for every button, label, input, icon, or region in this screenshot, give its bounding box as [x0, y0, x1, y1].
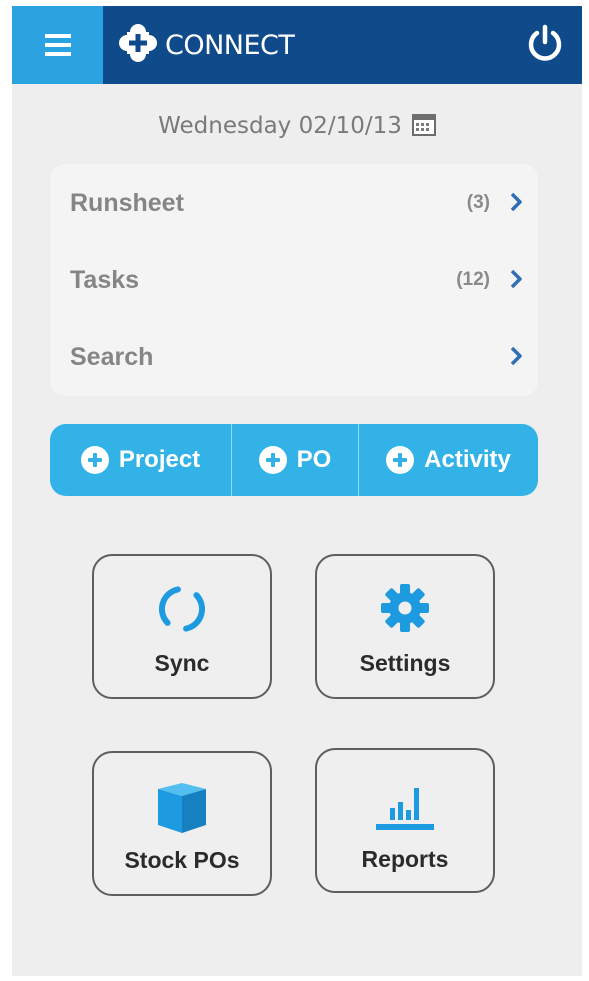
nav-list: Runsheet (3) Tasks (12) Search [50, 164, 538, 396]
add-activity-button[interactable]: Activity [359, 424, 538, 496]
nav-item-runsheet[interactable]: Runsheet (3) [50, 164, 538, 242]
sync-tile[interactable]: Sync [92, 554, 272, 699]
calendar-icon[interactable] [411, 112, 436, 141]
plus-circle-icon [386, 446, 415, 474]
plus-circle-icon [80, 446, 109, 474]
menu-button[interactable] [12, 6, 103, 84]
box-icon [154, 783, 210, 838]
tile-label: Stock POs [124, 847, 240, 873]
nav-item-label: Search [70, 342, 154, 371]
stock-pos-tile[interactable]: Stock POs [92, 751, 272, 896]
nav-item-label: Tasks [70, 265, 140, 294]
nav-item-label: Runsheet [70, 188, 184, 217]
top-bar: CONNECT [12, 6, 582, 84]
chevron-right-icon [510, 346, 522, 371]
bar-chart-icon [376, 782, 434, 835]
nav-item-count: (12) [456, 269, 490, 290]
hamburger-menu-icon [44, 34, 71, 56]
nav-item-tasks[interactable]: Tasks (12) [50, 241, 538, 319]
brand: CONNECT [119, 23, 295, 67]
app-title: CONNECT [165, 29, 295, 61]
plus-circle-icon [258, 446, 287, 474]
current-date: Wednesday 02/10/13 [158, 113, 402, 139]
nav-item-count: (3) [466, 192, 490, 213]
date-bar: Wednesday 02/10/13 [12, 108, 582, 144]
app-screen: CONNECT Wednesday 02/10/13 Runsheet (3) … [12, 6, 582, 976]
nav-item-search[interactable]: Search [50, 318, 538, 396]
cross-badge-logo-icon [119, 23, 157, 67]
power-icon [527, 24, 563, 67]
gear-icon [379, 582, 431, 639]
sync-icon [157, 584, 207, 639]
add-project-label: Project [118, 446, 201, 473]
tile-label: Reports [361, 846, 449, 872]
power-button[interactable] [520, 20, 570, 70]
add-po-button[interactable]: PO [232, 424, 358, 496]
tile-label: Settings [359, 650, 451, 676]
tile-label: Sync [154, 650, 210, 676]
add-activity-label: Activity [424, 446, 511, 473]
settings-tile[interactable]: Settings [315, 554, 495, 699]
add-po-label: PO [296, 446, 332, 473]
reports-tile[interactable]: Reports [315, 748, 495, 893]
chevron-right-icon [510, 269, 522, 294]
add-project-button[interactable]: Project [50, 424, 231, 496]
quick-add-bar: Project PO Activity [50, 424, 538, 496]
chevron-right-icon [510, 192, 522, 217]
